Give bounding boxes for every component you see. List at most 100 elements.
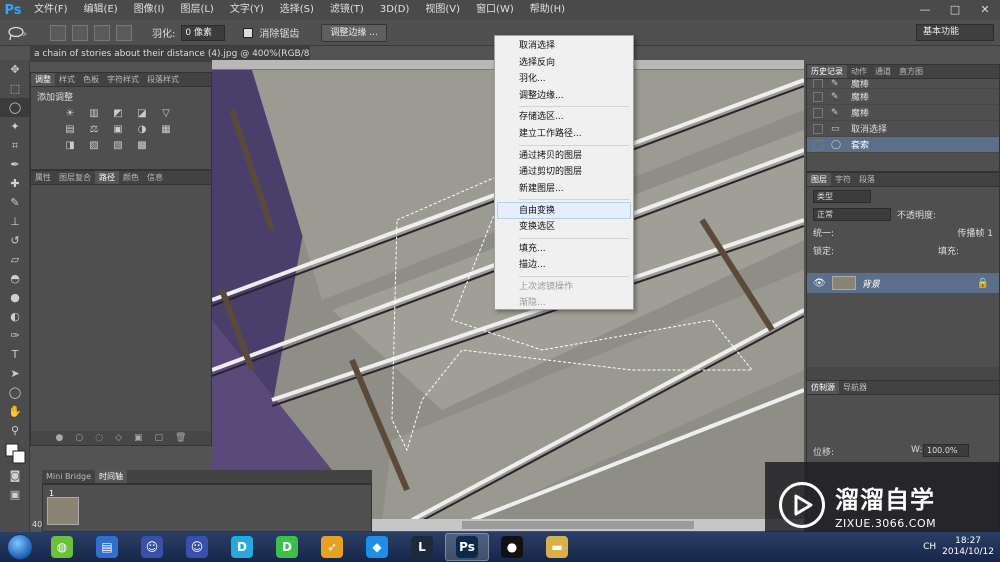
taskbar-app-lol[interactable]: L (400, 533, 444, 561)
context-menu-item[interactable]: 建立工作路径... (495, 126, 633, 143)
vibrance-icon[interactable]: ▽ (159, 108, 173, 120)
invert-icon[interactable]: ◨ (63, 140, 77, 152)
tab-adjustments[interactable]: 调整 (31, 73, 55, 86)
blur-tool-icon[interactable]: ● (0, 288, 30, 307)
maximize-button[interactable]: □ (940, 0, 970, 18)
context-menu-item[interactable]: 自由变换 (497, 202, 631, 219)
make-path-icon[interactable]: ◇ (115, 431, 122, 445)
tab-info[interactable]: 信息 (143, 171, 167, 184)
tab-actions[interactable]: 动作 (847, 65, 871, 78)
tab-histogram[interactable]: 直方图 (895, 65, 927, 78)
tab-para-styles[interactable]: 段落样式 (143, 73, 183, 86)
history-item[interactable]: ✎ 魔棒 (807, 105, 999, 121)
tab-history[interactable]: 历史记录 (807, 65, 847, 78)
crop-tool-icon[interactable]: ⌗ (0, 136, 30, 155)
type-tool-icon[interactable]: T (0, 345, 30, 364)
new-selection-icon[interactable] (50, 24, 66, 41)
healing-brush-icon[interactable]: ✚ (0, 174, 30, 193)
workspace-select[interactable]: 基本功能 (916, 24, 994, 41)
add-mask-icon[interactable]: ▣ (134, 431, 143, 445)
intersect-selection-icon[interactable] (116, 24, 132, 41)
start-button[interactable] (0, 532, 40, 562)
taskbar-app-browser[interactable]: ◆ (355, 533, 399, 561)
tab-paragraph[interactable]: 段落 (855, 173, 879, 186)
eye-icon[interactable]: 👁 (813, 278, 826, 289)
add-selection-icon[interactable] (72, 24, 88, 41)
levels-icon[interactable]: ▥ (87, 108, 101, 120)
close-button[interactable]: ✕ (970, 0, 1000, 18)
color-swatches-icon[interactable] (0, 440, 30, 466)
menu-item-window[interactable]: 窗口(W) (468, 0, 522, 20)
history-checkbox[interactable] (813, 91, 823, 102)
lasso-icon[interactable] (6, 25, 28, 41)
context-menu-item[interactable]: 填充... (495, 241, 633, 258)
menu-item-file[interactable]: 文件(F) (26, 0, 76, 20)
hand-tool-icon[interactable]: ✋ (0, 402, 30, 421)
clock[interactable]: 18:27 2014/10/12 (942, 536, 994, 558)
context-menu-item[interactable]: 选择反向 (495, 55, 633, 72)
history-item[interactable]: ✎ 魔棒 (807, 89, 999, 105)
gradient-map-icon[interactable]: ▩ (135, 140, 149, 152)
minimize-button[interactable]: — (910, 0, 940, 18)
context-menu-item[interactable]: 调整边缘... (495, 88, 633, 105)
history-checkbox[interactable] (813, 107, 823, 118)
fill-path-icon[interactable]: ● (56, 431, 64, 445)
menu-item-3d[interactable]: 3D(D) (372, 0, 418, 20)
move-tool-icon[interactable]: ✥ (0, 60, 30, 79)
trash-icon[interactable]: 🗑 (175, 431, 186, 445)
menu-item-view[interactable]: 视图(V) (417, 0, 468, 20)
history-checkbox[interactable] (813, 79, 823, 88)
magic-wand-icon[interactable]: ✦ (0, 117, 30, 136)
marquee-tool-icon[interactable]: ⬚ (0, 79, 30, 98)
tab-clone-source[interactable]: 仿制源 (807, 381, 839, 394)
layer-kind-select[interactable]: 类型 (813, 189, 871, 203)
stamp-tool-icon[interactable]: ⊥ (0, 212, 30, 231)
blend-mode-select[interactable]: 正常 (813, 207, 891, 221)
propagate-label[interactable]: 传播帧 1 (957, 226, 999, 239)
taskbar-app-360[interactable]: ◍ (40, 533, 84, 561)
new-path-icon[interactable]: ▢ (155, 431, 164, 445)
menu-item-edit[interactable]: 编辑(E) (76, 0, 126, 20)
context-menu-item[interactable]: 通过剪切的图层 (495, 164, 633, 181)
exposure-icon[interactable]: ◪ (135, 108, 149, 120)
menu-item-layer[interactable]: 图层(L) (172, 0, 221, 20)
layer-row-background[interactable]: 👁 背景 🔒 (807, 273, 999, 293)
menu-item-image[interactable]: 图像(I) (126, 0, 173, 20)
menu-item-filter[interactable]: 滤镜(T) (322, 0, 372, 20)
tab-character[interactable]: 字符 (831, 173, 855, 186)
taskbar-app-d-app2[interactable]: D (265, 533, 309, 561)
context-menu-item[interactable]: 通过拷贝的图层 (495, 148, 633, 165)
context-menu-item[interactable]: 变换选区 (495, 219, 633, 236)
taskbar-app-files[interactable]: ▤ (85, 533, 129, 561)
taskbar-app-explorer[interactable]: ▬ (535, 533, 579, 561)
tab-char-styles[interactable]: 字符样式 (103, 73, 143, 86)
taskbar-app-d-app[interactable]: D (220, 533, 264, 561)
tab-styles[interactable]: 样式 (55, 73, 79, 86)
eyedropper-icon[interactable]: ✒ (0, 155, 30, 174)
context-menu-item[interactable]: 羽化... (495, 71, 633, 88)
stroke-path-icon[interactable]: ○ (75, 431, 83, 445)
brush-tool-icon[interactable]: ✎ (0, 193, 30, 212)
taskbar-app-qq[interactable]: ● (490, 533, 534, 561)
taskbar-app-bird[interactable]: ➶ (310, 533, 354, 561)
lasso-tool-icon[interactable]: ◯ (0, 98, 30, 117)
color-balance-icon[interactable]: ⚖ (87, 124, 101, 136)
history-checkbox[interactable] (813, 139, 823, 150)
taskbar-app-photoshop[interactable]: Ps (445, 533, 489, 561)
taskbar-app-anime2[interactable]: ☺ (175, 533, 219, 561)
curves-icon[interactable]: ◩ (111, 108, 125, 120)
channel-mixer-icon[interactable]: ▦ (159, 124, 173, 136)
menu-item-type[interactable]: 文字(Y) (222, 0, 272, 20)
frame-thumbnail[interactable] (47, 497, 79, 525)
load-selection-icon[interactable]: ◌ (95, 431, 103, 445)
antialias-checkbox[interactable] (243, 27, 254, 38)
quick-mask-icon[interactable]: ◙ (0, 466, 30, 485)
context-menu-item[interactable]: 存储选区... (495, 109, 633, 126)
context-menu-item[interactable]: 描边... (495, 257, 633, 274)
refine-edge-button[interactable]: 调整边缘 ... (321, 23, 387, 42)
taskbar-app-anime1[interactable]: ☺ (130, 533, 174, 561)
tab-channels[interactable]: 通道 (871, 65, 895, 78)
tab-swatches[interactable]: 色板 (79, 73, 103, 86)
feather-input[interactable]: 0 像素 (181, 24, 226, 41)
history-checkbox[interactable] (813, 123, 823, 134)
